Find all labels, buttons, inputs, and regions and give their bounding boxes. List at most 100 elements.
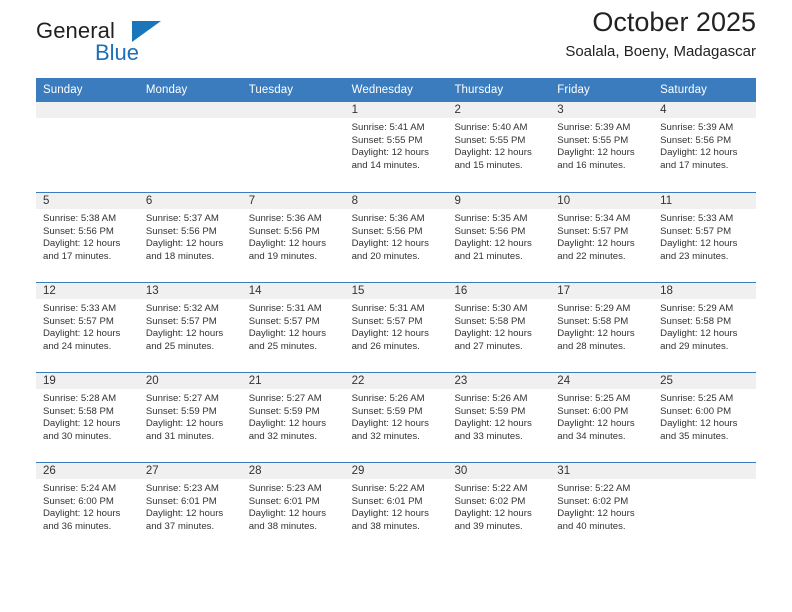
calendar-day-cell[interactable]: 28 Sunrise: 5:23 AM Sunset: 6:01 PM Dayligh… [241, 463, 345, 552]
day-number: 23 [447, 373, 551, 389]
calendar-day-cell[interactable]: 24 Sunrise: 5:25 AM Sunset: 6:00 PM Dayligh… [550, 373, 654, 462]
sunset-text: Sunset: 5:56 PM [248, 225, 320, 237]
sunset-text: Sunset: 5:59 PM [145, 405, 217, 417]
day-number: 5 [36, 193, 139, 209]
calendar-day-cell-empty [241, 102, 345, 192]
weekday-header-friday: Friday [557, 84, 590, 96]
sunset-text: Sunset: 5:55 PM [454, 134, 526, 146]
calendar-day-cell[interactable]: 1 Sunrise: 5:41 AM Sunset: 5:55 PM Daylight… [344, 102, 448, 192]
daylight-text-line2: and 32 minutes. [351, 430, 420, 442]
day-number: 12 [36, 283, 139, 299]
sunset-text: Sunset: 5:57 PM [145, 315, 217, 327]
calendar-day-cell[interactable]: 14 Sunrise: 5:31 AM Sunset: 5:57 PM Dayligh… [241, 283, 345, 372]
day-number: 20 [138, 373, 242, 389]
calendar-day-cell[interactable]: 31 Sunrise: 5:22 AM Sunset: 6:02 PM Dayligh… [550, 463, 654, 552]
calendar-day-cell[interactable]: 25 Sunrise: 5:25 AM Sunset: 6:00 PM Dayligh… [653, 373, 757, 462]
daylight-text-line2: and 32 minutes. [248, 430, 317, 442]
sunrise-text: Sunrise: 5:32 AM [145, 303, 219, 314]
weekday-header-saturday: Saturday [660, 84, 707, 96]
day-number: 25 [653, 373, 757, 389]
day-sun-info: Sunrise: 5:38 AM Sunset: 5:56 PM Daylight:… [36, 209, 139, 263]
day-sun-info: Sunrise: 5:28 AM Sunset: 5:58 PM Daylight:… [36, 389, 139, 443]
day-number: 8 [344, 193, 448, 209]
sunrise-text: Sunrise: 5:38 AM [43, 213, 117, 224]
calendar-day-cell[interactable]: 27 Sunrise: 5:23 AM Sunset: 6:01 PM Dayligh… [138, 463, 242, 552]
calendar-day-cell[interactable]: 16 Sunrise: 5:30 AM Sunset: 5:58 PM Dayligh… [447, 283, 551, 372]
calendar-day-cell[interactable]: 13 Sunrise: 5:32 AM Sunset: 5:57 PM Dayligh… [138, 283, 242, 372]
daylight-text-line1: Daylight: 12 hours [660, 418, 738, 430]
calendar-day-cell[interactable]: 6 Sunrise: 5:37 AM Sunset: 5:56 PM Daylight… [138, 193, 242, 282]
daylight-text-line1: Daylight: 12 hours [557, 147, 635, 159]
daylight-text-line1: Daylight: 12 hours [454, 238, 532, 250]
calendar-day-cell[interactable]: 26 Sunrise: 5:24 AM Sunset: 6:00 PM Dayligh… [36, 463, 139, 552]
day-number: 16 [447, 283, 551, 299]
day-number: 19 [36, 373, 139, 389]
triangle-icon [132, 21, 161, 42]
sunrise-text: Sunrise: 5:36 AM [351, 213, 425, 224]
day-sun-info: Sunrise: 5:23 AM Sunset: 6:01 PM Daylight:… [242, 479, 345, 533]
day-sun-info: Sunrise: 5:26 AM Sunset: 5:59 PM Daylight:… [345, 389, 448, 443]
sunset-text: Sunset: 5:55 PM [557, 134, 629, 146]
daylight-text-line2: and 39 minutes. [454, 520, 523, 532]
calendar-day-cell[interactable]: 18 Sunrise: 5:29 AM Sunset: 5:58 PM Dayligh… [653, 283, 757, 372]
day-number: 13 [138, 283, 242, 299]
calendar-day-cell[interactable]: 10 Sunrise: 5:34 AM Sunset: 5:57 PM Dayligh… [550, 193, 654, 282]
calendar-day-cell[interactable]: 21 Sunrise: 5:27 AM Sunset: 5:59 PM Dayligh… [241, 373, 345, 462]
sunrise-text: Sunrise: 5:36 AM [248, 213, 322, 224]
calendar-day-cell[interactable]: 15 Sunrise: 5:31 AM Sunset: 5:57 PM Dayligh… [344, 283, 448, 372]
calendar-day-cell[interactable]: 29 Sunrise: 5:22 AM Sunset: 6:01 PM Dayligh… [344, 463, 448, 552]
sunset-text: Sunset: 5:56 PM [43, 225, 114, 237]
day-sun-info: Sunrise: 5:34 AM Sunset: 5:57 PM Daylight:… [550, 209, 653, 263]
calendar-day-cell[interactable]: 4 Sunrise: 5:39 AM Sunset: 5:56 PM Daylight… [653, 102, 757, 192]
calendar-day-cell[interactable]: 3 Sunrise: 5:39 AM Sunset: 5:55 PM Daylight… [550, 102, 654, 192]
day-number: 9 [447, 193, 551, 209]
weekday-header-monday: Monday [145, 84, 188, 96]
general-blue-logo[interactable]: General Blue [36, 18, 196, 74]
daylight-text-line2: and 21 minutes. [454, 250, 523, 262]
calendar-day-cell[interactable]: 30 Sunrise: 5:22 AM Sunset: 6:02 PM Dayligh… [447, 463, 551, 552]
calendar-day-cell[interactable]: 9 Sunrise: 5:35 AM Sunset: 5:56 PM Daylight… [447, 193, 551, 282]
calendar-day-cell[interactable]: 8 Sunrise: 5:36 AM Sunset: 5:56 PM Daylight… [344, 193, 448, 282]
day-sun-info: Sunrise: 5:27 AM Sunset: 5:59 PM Daylight:… [139, 389, 242, 443]
sunset-text: Sunset: 5:59 PM [248, 405, 320, 417]
daylight-text-line2: and 25 minutes. [248, 340, 317, 352]
weekday-header-sunday: Sunday [43, 84, 83, 96]
calendar-day-cell[interactable]: 17 Sunrise: 5:29 AM Sunset: 5:58 PM Dayligh… [550, 283, 654, 372]
calendar-day-cell[interactable]: 11 Sunrise: 5:33 AM Sunset: 5:57 PM Dayligh… [653, 193, 757, 282]
sunset-text: Sunset: 5:55 PM [351, 134, 423, 146]
sunset-text: Sunset: 5:57 PM [660, 225, 732, 237]
calendar-day-cell[interactable]: 22 Sunrise: 5:26 AM Sunset: 5:59 PM Dayligh… [344, 373, 448, 462]
sunrise-text: Sunrise: 5:25 AM [660, 393, 734, 404]
day-number: 17 [550, 283, 654, 299]
day-sun-info: Sunrise: 5:23 AM Sunset: 6:01 PM Daylight:… [139, 479, 242, 533]
day-sun-info: Sunrise: 5:22 AM Sunset: 6:02 PM Daylight:… [447, 479, 550, 533]
daylight-text-line1: Daylight: 12 hours [145, 238, 224, 250]
calendar-day-cell-empty [138, 102, 242, 192]
sunrise-text: Sunrise: 5:41 AM [351, 122, 425, 133]
daylight-text-line1: Daylight: 12 hours [248, 328, 327, 340]
sunset-text: Sunset: 5:56 PM [660, 134, 732, 146]
day-number: 14 [241, 283, 345, 299]
day-number: 1 [344, 102, 448, 118]
day-number: 22 [344, 373, 448, 389]
calendar-day-cell[interactable]: 7 Sunrise: 5:36 AM Sunset: 5:56 PM Daylight… [241, 193, 345, 282]
calendar-weeks: 1 Sunrise: 5:41 AM Sunset: 5:55 PM Daylight… [36, 102, 757, 552]
calendar-day-cell[interactable]: 20 Sunrise: 5:27 AM Sunset: 5:59 PM Dayligh… [138, 373, 242, 462]
day-sun-info: Sunrise: 5:39 AM Sunset: 5:56 PM Daylight:… [653, 118, 756, 172]
daylight-text-line1: Daylight: 12 hours [43, 418, 121, 430]
daylight-text-line2: and 15 minutes. [454, 159, 523, 171]
calendar-day-cell[interactable]: 19 Sunrise: 5:28 AM Sunset: 5:58 PM Dayligh… [36, 373, 139, 462]
sunrise-text: Sunrise: 5:31 AM [351, 303, 425, 314]
calendar-day-cell[interactable]: 12 Sunrise: 5:33 AM Sunset: 5:57 PM Dayligh… [36, 283, 139, 372]
sunrise-text: Sunrise: 5:37 AM [145, 213, 219, 224]
calendar-week-row: 19 Sunrise: 5:28 AM Sunset: 5:58 PM Dayligh… [36, 372, 757, 462]
daylight-text-line1: Daylight: 12 hours [557, 418, 635, 430]
sunset-text: Sunset: 6:02 PM [454, 495, 526, 507]
day-number: 27 [138, 463, 242, 479]
calendar-day-cell[interactable]: 5 Sunrise: 5:38 AM Sunset: 5:56 PM Daylight… [36, 193, 139, 282]
sunrise-text: Sunrise: 5:35 AM [454, 213, 528, 224]
calendar-day-cell-empty [36, 102, 139, 192]
calendar-day-cell[interactable]: 23 Sunrise: 5:26 AM Sunset: 5:59 PM Dayligh… [447, 373, 551, 462]
calendar-day-cell[interactable]: 2 Sunrise: 5:40 AM Sunset: 5:55 PM Daylight… [447, 102, 551, 192]
day-number: 7 [241, 193, 345, 209]
